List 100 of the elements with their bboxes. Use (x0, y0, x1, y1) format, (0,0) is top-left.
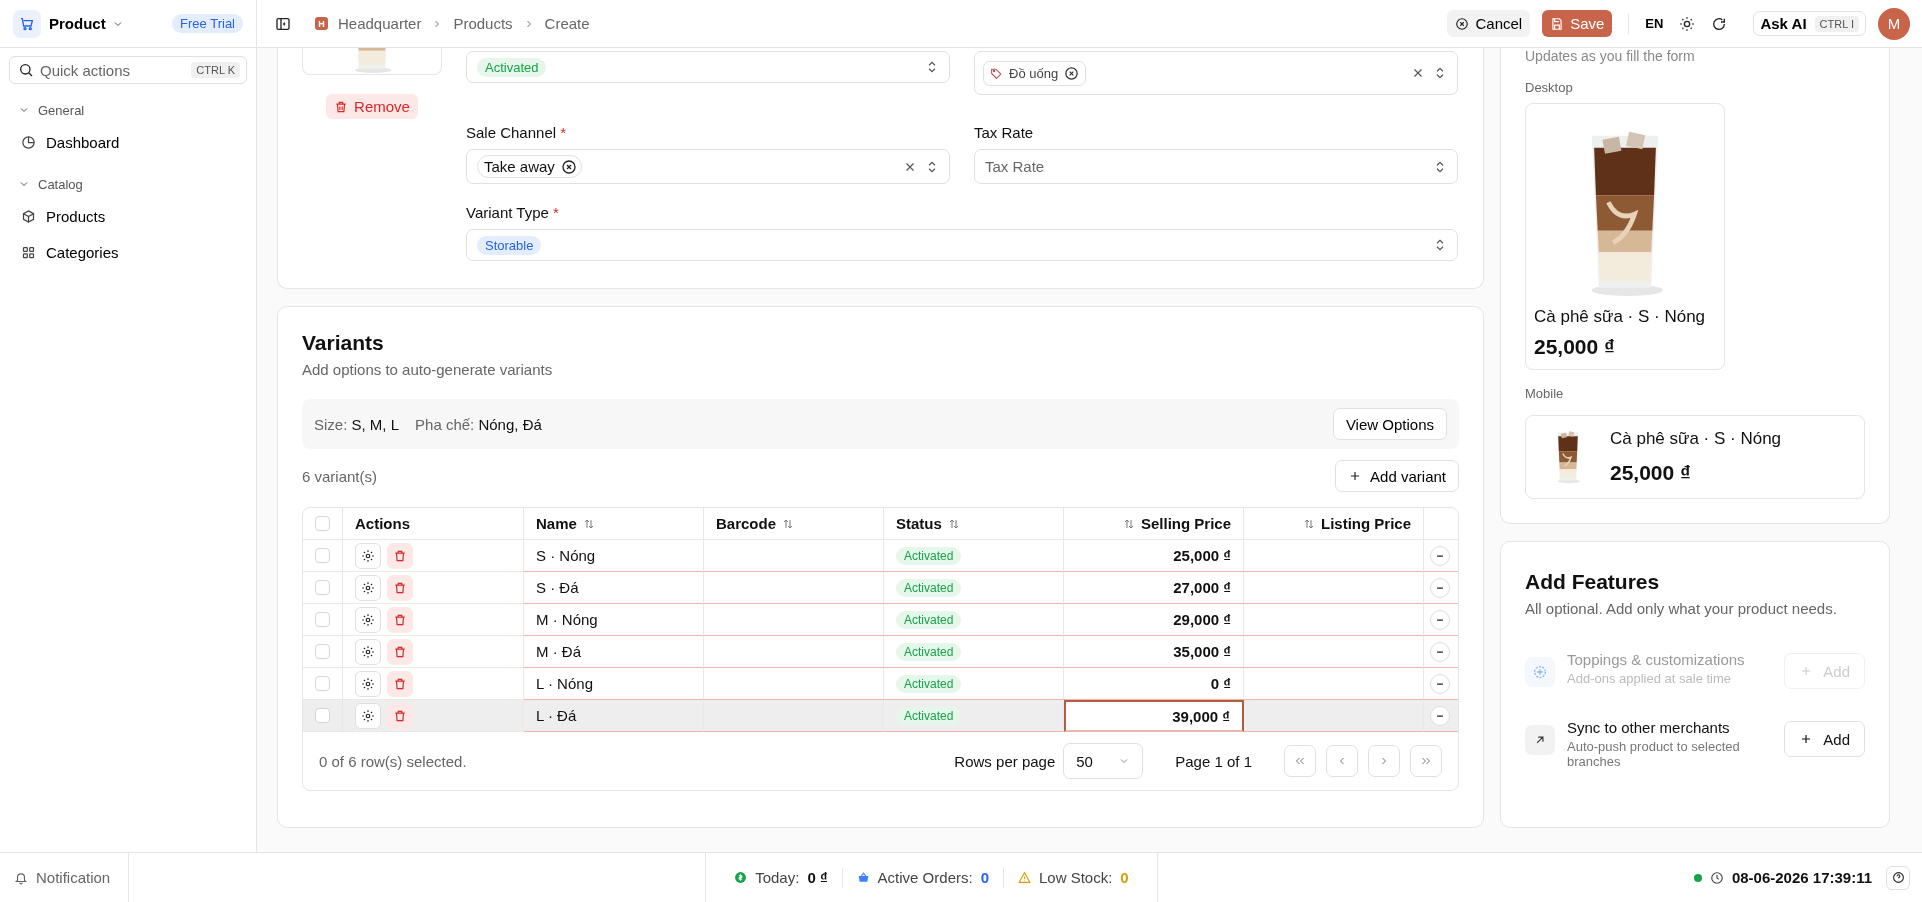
breadcrumb-link[interactable]: Products (453, 15, 513, 32)
status-badge: Activated (896, 546, 962, 565)
bell-icon (14, 870, 28, 885)
field-label: Tax Rate (974, 124, 1035, 141)
settings-button[interactable] (355, 638, 381, 665)
remove-tag-icon[interactable] (1064, 65, 1080, 81)
clock-icon (1709, 870, 1724, 885)
column-header[interactable]: Selling Price (1064, 508, 1244, 540)
search-icon (18, 62, 34, 78)
sale-channel-select[interactable]: Take away (466, 149, 950, 184)
cart-icon (13, 9, 41, 38)
delete-button[interactable] (387, 542, 413, 569)
cancel-button[interactable]: Cancel (1447, 10, 1531, 37)
sidebar-item[interactable]: Dashboard (9, 126, 247, 158)
ask-ai-button[interactable]: Ask AI CTRL I (1753, 11, 1866, 36)
row-checkbox[interactable] (315, 580, 330, 595)
quick-actions-field[interactable]: Quick actions CTRL K (9, 56, 247, 84)
settings-button[interactable] (355, 606, 381, 633)
collapse-button[interactable] (1430, 705, 1450, 726)
stat-label: Active Orders: (877, 869, 973, 886)
price-cell[interactable]: 29,000 ₫ (1064, 604, 1244, 636)
sidebar-item[interactable]: Categories (9, 236, 247, 268)
sort-icon (1302, 517, 1315, 530)
tag-icon (990, 66, 1003, 80)
notification-button[interactable]: Notification (0, 853, 129, 902)
remove-button[interactable]: Remove (326, 94, 418, 119)
settings-icon (361, 644, 375, 659)
sidebar-item[interactable]: Products (9, 200, 247, 232)
status-badge: Activated (896, 706, 962, 725)
trash-icon (334, 99, 349, 114)
warning-icon (1018, 871, 1031, 884)
search-input[interactable]: Quick actions (40, 61, 186, 79)
sidebar-group[interactable]: Catalog (9, 172, 92, 196)
refresh-icon[interactable] (1711, 15, 1728, 32)
product-price: 25,000 ₫ (1610, 461, 1692, 485)
variant-type-select[interactable]: Storable (466, 229, 1458, 261)
preview-label: Mobile (1525, 386, 1564, 401)
stat-value: 0 (1120, 869, 1129, 886)
column-header[interactable]: Name (524, 508, 704, 540)
sidebar-group[interactable]: General (9, 98, 94, 122)
trash-icon (393, 612, 407, 627)
feature-description: Add-ons applied at sale time (1567, 671, 1733, 686)
price-cell[interactable]: 27,000 ₫ (1064, 572, 1244, 604)
field-label: Variant Type * (466, 204, 560, 221)
delete-button[interactable] (387, 702, 413, 729)
column-header[interactable]: Status (884, 508, 1064, 540)
settings-button[interactable] (355, 574, 381, 601)
view-options-button[interactable]: View Options (1332, 408, 1447, 440)
row-checkbox[interactable] (315, 676, 330, 691)
row-checkbox[interactable] (315, 548, 330, 563)
save-button[interactable]: Save (1542, 10, 1613, 37)
delete-button[interactable] (387, 574, 413, 601)
settings-icon (361, 580, 375, 595)
product-name: Cà phê sữa · S · Nóng (1610, 429, 1782, 449)
tax-rate-select[interactable]: Tax Rate (974, 149, 1458, 184)
app-switcher[interactable]: Product (49, 15, 124, 32)
price-cell[interactable]: 39,000 ₫ (1064, 700, 1244, 732)
breadcrumb-link[interactable]: Create (544, 15, 590, 32)
language-button[interactable]: EN (1645, 16, 1664, 31)
page-size-select[interactable]: 50 (1063, 743, 1144, 779)
select-all-checkbox[interactable] (315, 516, 330, 531)
breadcrumb-link[interactable]: Headquarter (338, 15, 422, 32)
delete-button[interactable] (387, 638, 413, 665)
stat-value: 0 ₫ (807, 869, 828, 886)
collapse-button[interactable] (1430, 609, 1450, 630)
delete-button[interactable] (387, 670, 413, 697)
user-avatar[interactable]: M (1878, 7, 1910, 40)
preview-label: Desktop (1525, 80, 1573, 95)
tag-label: Đồ uống (1009, 65, 1059, 81)
help-button[interactable] (1886, 865, 1910, 890)
row-checkbox[interactable] (315, 644, 330, 659)
delete-button[interactable] (387, 606, 413, 633)
settings-button[interactable] (355, 702, 381, 729)
stat-label: Low Stock: (1039, 869, 1113, 886)
add-variant-button[interactable]: Add variant (1335, 460, 1459, 492)
section-subtitle: All optional. Add only what your product needs. (1525, 600, 1838, 617)
collapse-button[interactable] (1430, 577, 1450, 598)
column-header[interactable]: Barcode (704, 508, 884, 540)
category-select[interactable]: Đồ uống (974, 51, 1458, 95)
column-header[interactable]: Listing Price (1244, 508, 1424, 540)
grid-icon (21, 244, 36, 260)
sun-icon[interactable] (1679, 15, 1696, 32)
settings-button[interactable] (355, 542, 381, 569)
price-cell[interactable]: 25,000 ₫ (1064, 540, 1244, 572)
collapse-button[interactable] (1430, 641, 1450, 662)
remove-tag-icon[interactable] (560, 158, 577, 175)
row-checkbox[interactable] (315, 708, 330, 723)
sidebar-toggle-icon[interactable] (275, 15, 291, 32)
row-checkbox[interactable] (315, 612, 330, 627)
add-feature-button[interactable]: Add (1784, 721, 1865, 757)
pie-chart-icon (21, 134, 36, 150)
settings-icon (361, 676, 375, 691)
basket-icon (856, 871, 870, 884)
collapse-button[interactable] (1430, 545, 1450, 566)
collapse-button[interactable] (1430, 673, 1450, 694)
feature-description: Auto-push product to selected branches (1567, 739, 1741, 769)
settings-button[interactable] (355, 670, 381, 697)
price-cell[interactable]: 35,000 ₫ (1064, 636, 1244, 668)
table-cell: S · Đá (524, 572, 704, 604)
trash-icon (393, 708, 407, 723)
